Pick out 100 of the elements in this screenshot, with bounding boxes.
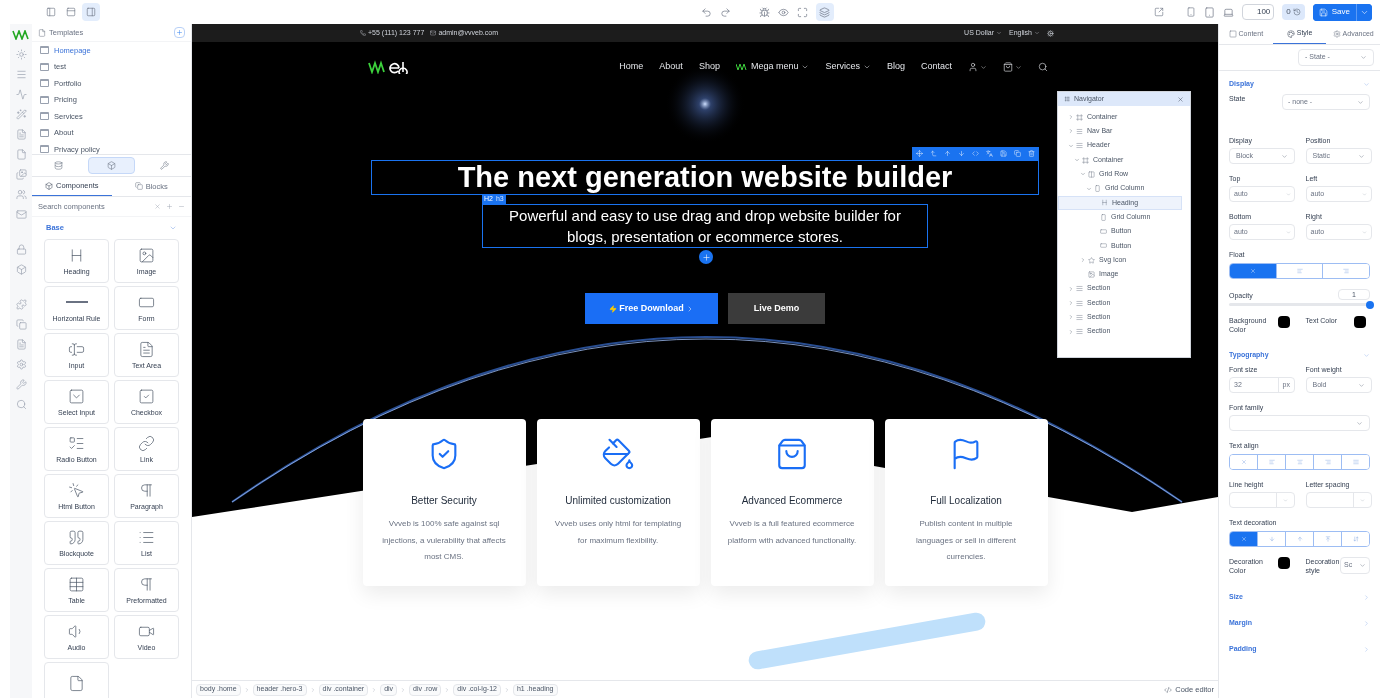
chevron-icon	[371, 686, 378, 693]
database-icon	[53, 160, 63, 170]
slider-thumb[interactable]	[1366, 300, 1374, 309]
bag-icon[interactable]	[1003, 62, 1013, 72]
redo-icon[interactable]	[719, 6, 731, 18]
caret-icon	[1034, 30, 1040, 36]
laptop-icon[interactable]	[1223, 6, 1235, 18]
chevron-icon[interactable]	[1068, 328, 1074, 335]
preview-icon[interactable]	[777, 6, 789, 18]
chevron-icon[interactable]	[1363, 351, 1370, 359]
align-right-icon	[1343, 268, 1350, 274]
panel-view-button[interactable]	[82, 3, 100, 21]
zoom-field[interactable]: 100	[1242, 4, 1275, 20]
code-icon[interactable]	[972, 150, 979, 157]
color-swatch[interactable]	[1277, 557, 1290, 569]
panel-tab[interactable]	[88, 156, 135, 174]
images-icon[interactable]	[15, 169, 27, 180]
color-swatch[interactable]	[1354, 316, 1366, 328]
demo-button[interactable]: Live Demo	[728, 293, 825, 324]
chevron-icon[interactable]	[1363, 80, 1370, 88]
chevron-icon	[444, 686, 451, 693]
history-button[interactable]: 0	[1282, 4, 1305, 20]
layers-button[interactable]	[815, 3, 834, 21]
chevron-icon[interactable]	[1068, 128, 1074, 135]
save-menu-button[interactable]	[1356, 3, 1372, 21]
chevron-icon[interactable]	[1363, 593, 1370, 601]
menu-link[interactable]: Shop	[698, 60, 720, 74]
user-icon[interactable]	[968, 62, 978, 72]
pilcrow-icon	[138, 575, 155, 593]
copy-icon[interactable]	[15, 319, 27, 330]
fullscreen-icon[interactable]	[796, 6, 808, 18]
save-icon[interactable]	[1000, 150, 1007, 157]
option-button[interactable]	[1230, 532, 1257, 546]
chevron-icon[interactable]	[1068, 314, 1074, 321]
component-card[interactable]	[44, 661, 109, 698]
button-cursor-icon	[68, 481, 85, 499]
menu-link[interactable]: Blog	[886, 60, 905, 74]
chevron-icon[interactable]	[1068, 142, 1074, 149]
close-icon[interactable]	[1177, 95, 1184, 103]
square-icon	[1228, 30, 1237, 38]
tablet-icon[interactable]	[1204, 6, 1216, 18]
menu-link[interactable]: Mega menu	[750, 60, 799, 74]
arrow-down-icon[interactable]	[958, 150, 965, 157]
lock-icon[interactable]	[15, 244, 27, 255]
option-button[interactable]	[1341, 532, 1369, 546]
add-page-button[interactable]	[174, 27, 185, 38]
activity-icon[interactable]	[15, 89, 27, 100]
menu-link[interactable]: Services	[825, 60, 860, 74]
drag-handle-icon[interactable]	[1064, 96, 1070, 102]
wrench-icon[interactable]	[15, 379, 27, 390]
hero-heading[interactable]: The next generation website builder	[371, 160, 1039, 195]
chevron-icon[interactable]	[1363, 645, 1370, 653]
undo-icon[interactable]	[700, 6, 712, 18]
hero-subtitle[interactable]: Powerful and easy to use drag and drop website builder for blogs, presentation or ecommerce stores.	[482, 204, 928, 248]
box-icon[interactable]	[15, 264, 27, 275]
puzzle-icon[interactable]	[15, 299, 27, 310]
chevron-icon[interactable]	[1086, 185, 1092, 192]
chevron-icon[interactable]	[1080, 257, 1086, 264]
document-icon[interactable]	[15, 129, 27, 140]
option-button[interactable]	[1230, 264, 1276, 278]
move-icon[interactable]	[916, 150, 923, 157]
quote-icon	[68, 528, 85, 546]
search-icon[interactable]	[1038, 62, 1048, 72]
chevron-icon[interactable]	[1068, 300, 1074, 306]
file-icon[interactable]	[15, 149, 27, 160]
bug-icon[interactable]	[758, 6, 770, 18]
delete-icon[interactable]	[1028, 150, 1035, 157]
feature-title: Better Security	[411, 494, 477, 508]
expand-icon[interactable]	[166, 203, 173, 211]
select-parent-icon[interactable]	[930, 150, 937, 157]
input-field[interactable]	[1305, 492, 1372, 508]
users-icon[interactable]	[15, 189, 27, 200]
sun-icon[interactable]	[15, 49, 27, 60]
menu-link[interactable]: Home	[619, 60, 644, 74]
settings-icon[interactable]	[1047, 29, 1054, 37]
option-button[interactable]	[1322, 264, 1369, 278]
chevron-icon[interactable]	[1074, 157, 1080, 164]
chevron-icon[interactable]	[1080, 171, 1086, 178]
menu-link[interactable]: Contact	[920, 60, 952, 74]
mail-icon[interactable]	[15, 209, 27, 220]
arrow-up-icon[interactable]	[944, 150, 951, 157]
close-icon	[1240, 536, 1247, 542]
download-button[interactable]: Free Download	[585, 293, 718, 324]
clear-icon[interactable]	[154, 203, 161, 211]
chevron-icon[interactable]	[1068, 114, 1074, 121]
external-link-icon[interactable]	[1154, 7, 1165, 17]
option-button[interactable]	[1341, 455, 1369, 469]
line-icon	[65, 301, 88, 303]
copy-icon[interactable]	[1014, 150, 1021, 157]
mobile-icon[interactable]	[1186, 7, 1197, 17]
caret-icon	[980, 63, 987, 71]
translate-icon[interactable]	[986, 150, 993, 157]
chevron-icon[interactable]	[1363, 619, 1370, 627]
magic-wand-icon[interactable]	[15, 109, 27, 120]
chevron-icon[interactable]	[1068, 285, 1074, 292]
select-field[interactable]	[1229, 415, 1370, 431]
color-swatch[interactable]	[1277, 316, 1290, 328]
menu-icon[interactable]	[15, 69, 27, 80]
menu-link[interactable]: About	[659, 60, 683, 74]
input-field[interactable]	[1229, 492, 1295, 508]
